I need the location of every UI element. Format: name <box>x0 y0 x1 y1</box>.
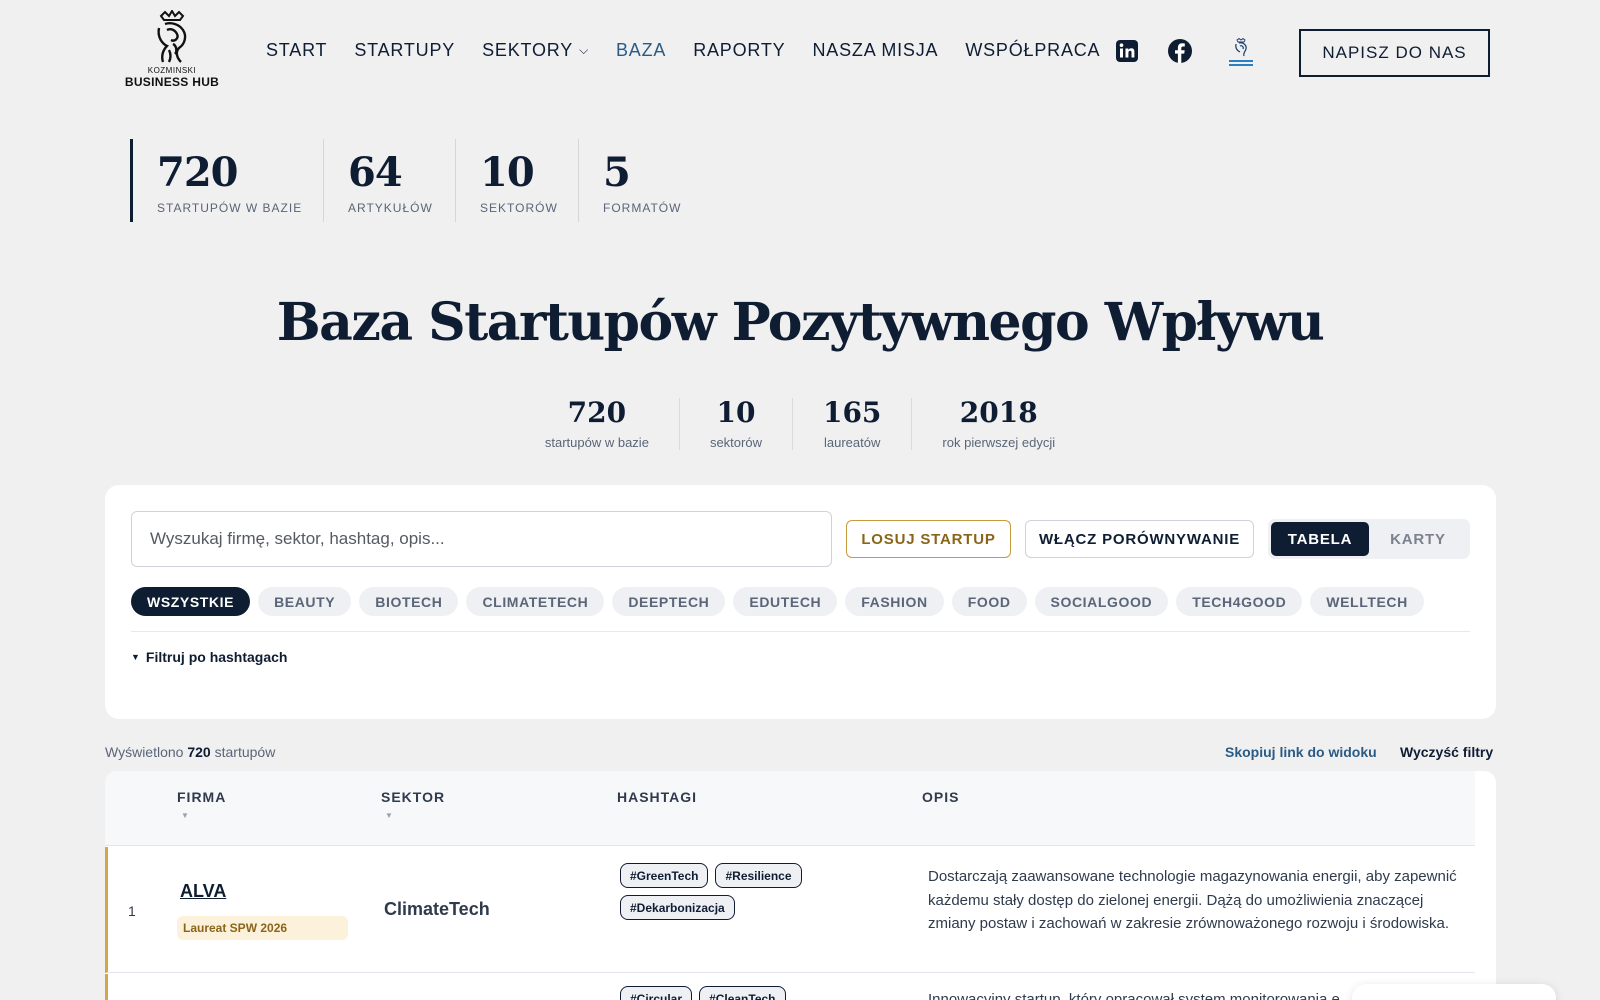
main-nav: START STARTUPY SEKTORY ⌵ BAZA RAPORTY NAS… <box>266 40 1127 61</box>
row-number: 1 <box>128 903 136 919</box>
floating-widget[interactable] <box>1352 984 1556 1000</box>
summary-stat-number: 2018 <box>959 396 1038 429</box>
chip-biotech[interactable]: BIOTECH <box>359 587 459 616</box>
column-header-label: FIRMA <box>177 789 227 805</box>
hashtag-list: #GreenTech #Resilience #Dekarbonizacja <box>620 863 820 920</box>
facebook-icon[interactable] <box>1167 38 1193 64</box>
search-input[interactable] <box>131 511 832 567</box>
column-header-hashtagi: HASHTAGI <box>617 789 698 805</box>
top-stat-number: 10 <box>480 149 535 196</box>
chip-climatetech[interactable]: CLIMATETECH <box>466 587 605 616</box>
sort-icon: ▼ <box>385 811 394 820</box>
filter-panel: LOSUJ STARTUP WŁĄCZ PORÓWNYWANIE TABELA … <box>105 485 1496 719</box>
summary-stat-label: rok pierwszej edycji <box>942 434 1056 450</box>
nav-start[interactable]: START <box>266 40 327 61</box>
compare-toggle-button[interactable]: WŁĄCZ PORÓWNYWANIE <box>1025 520 1254 558</box>
chip-fashion[interactable]: FASHION <box>845 587 944 616</box>
summary-stat-label: sektorów <box>709 434 762 450</box>
chip-deeptech[interactable]: DEEPTECH <box>612 587 726 616</box>
nav-sektory-label: SEKTORY <box>482 40 574 60</box>
chip-food[interactable]: FOOD <box>951 587 1027 616</box>
hashtag-list: #Circular #CleanTech <box>620 986 820 1000</box>
top-stat-articles: 64 ARTYKUŁÓW <box>323 139 455 222</box>
top-stat-startups: 720 STARTUPÓW W BAZIE <box>130 139 323 222</box>
hashtag-chip[interactable]: #Circular <box>620 986 693 1000</box>
chip-socialgood[interactable]: SOCIALGOOD <box>1034 587 1169 616</box>
hashtag-chip[interactable]: #GreenTech <box>620 863 709 888</box>
divider <box>131 631 1470 632</box>
chip-edutech[interactable]: EDUTECH <box>733 587 838 616</box>
summary-stat-sectors: 10 sektorów <box>678 396 792 450</box>
nav-nasza-misja[interactable]: NASZA MISJA <box>813 40 939 61</box>
nav-raporty[interactable]: RAPORTY <box>693 40 785 61</box>
caret-down-icon: ▼ <box>131 652 140 662</box>
top-stat-formats: 5 FORMATÓW <box>578 139 698 222</box>
logo[interactable]: KOZMINSKI BUSINESS HUB <box>122 10 222 94</box>
hashtag-filter-toggle[interactable]: ▼ Filtruj po hashtagach <box>131 649 288 665</box>
hashtag-chip[interactable]: #CleanTech <box>699 986 786 1000</box>
column-header-label: SEKTOR <box>381 789 446 805</box>
nav-startupy[interactable]: STARTUPY <box>354 40 455 61</box>
results-count-suffix: startupów <box>214 744 276 760</box>
contact-us-button[interactable]: NAPISZ DO NAS <box>1299 29 1490 77</box>
table-row[interactable]: 1 ALVA Laureat SPW 2026 ClimateTech #Gre… <box>105 847 1475 973</box>
top-stat-label: STARTUPÓW W BAZIE <box>157 201 303 215</box>
chevron-down-icon: ⌵ <box>579 43 589 57</box>
table-row[interactable]: #Circular #CleanTech Innowacyjny startup… <box>105 974 1475 1000</box>
summary-stat-first-edition: 2018 rok pierwszej edycji <box>911 396 1085 450</box>
top-stat-sectors: 10 SEKTORÓW <box>455 139 578 222</box>
top-stat-label: SEKTORÓW <box>480 201 558 215</box>
sort-icon: ▼ <box>181 811 190 820</box>
hashtag-chip[interactable]: #Dekarbonizacja <box>620 895 735 920</box>
logo-small-text: KOZMINSKI <box>147 66 197 75</box>
summary-stat-laureates: 165 laureatów <box>791 396 911 450</box>
summary-stat-startups: 720 startupów w bazie <box>515 396 679 450</box>
sector-cell: ClimateTech <box>384 899 490 919</box>
laureate-badge: Laureat SPW 2026 <box>177 916 348 940</box>
random-startup-button[interactable]: LOSUJ STARTUP <box>846 520 1011 558</box>
view-toggle: TABELA KARTY <box>1268 519 1470 559</box>
summary-stat-label: startupów w bazie <box>544 434 649 450</box>
results-count-number: 720 <box>187 744 211 760</box>
summary-stat-number: 720 <box>567 396 627 429</box>
chip-tech4good[interactable]: TECH4GOOD <box>1176 587 1303 616</box>
firm-link[interactable]: ALVA <box>180 881 226 902</box>
top-stat-number: 64 <box>348 149 403 196</box>
top-stat-label: FORMATÓW <box>603 201 682 215</box>
summary-stat-number: 10 <box>716 396 756 429</box>
view-cards-option[interactable]: KARTY <box>1369 522 1467 556</box>
chip-wszystkie[interactable]: WSZYSTKIE <box>131 587 251 616</box>
results-count-prefix: Wyświetlono <box>105 744 184 760</box>
nav-baza[interactable]: BAZA <box>616 40 666 61</box>
summary-stat-number: 165 <box>822 396 882 429</box>
startups-table: FIRMA ▼ SEKTOR ▼ HASHTAGI OPIS 1 ALVA La… <box>105 771 1496 1000</box>
results-count: Wyświetlono 720 startupów <box>105 744 275 760</box>
copy-view-link[interactable]: Skopiuj link do widoku <box>1225 744 1377 760</box>
top-stat-number: 5 <box>603 149 631 196</box>
chip-beauty[interactable]: BEAUTY <box>258 587 352 616</box>
column-header-sektor[interactable]: SEKTOR ▼ <box>381 789 445 820</box>
top-stat-label: ARTYKUŁÓW <box>348 201 433 215</box>
lion-crest-icon <box>157 10 187 63</box>
linkedin-icon[interactable] <box>1114 38 1140 64</box>
nav-wspolpraca[interactable]: WSPÓŁPRACA <box>965 40 1100 61</box>
hashtag-chip[interactable]: #Resilience <box>715 863 802 888</box>
page-title: Baza Startupów Pozytywnego Wpływu <box>276 292 1325 353</box>
column-header-opis: OPIS <box>922 789 960 805</box>
view-table-option[interactable]: TABELA <box>1271 522 1369 556</box>
column-header-firma[interactable]: FIRMA ▼ <box>177 789 226 820</box>
top-stat-number: 720 <box>157 149 239 196</box>
summary-stats: 720 startupów w bazie 10 sektorów 165 la… <box>0 396 1600 450</box>
hashtag-filter-label: Filtruj po hashtagach <box>145 649 288 665</box>
chip-welltech[interactable]: WELLTECH <box>1310 587 1424 616</box>
summary-stat-label: laureatów <box>824 434 881 450</box>
table-header: FIRMA ▼ SEKTOR ▼ HASHTAGI OPIS <box>105 771 1475 846</box>
description-cell: Dostarczają zaawansowane technologie mag… <box>928 868 1457 932</box>
top-stats: 720 STARTUPÓW W BAZIE 64 ARTYKUŁÓW 10 SE… <box>130 139 698 222</box>
kozminski-business-hub-icon[interactable] <box>1224 38 1258 68</box>
nav-sektory[interactable]: SEKTORY ⌵ <box>482 40 589 61</box>
clear-filters-link[interactable]: Wyczyść filtry <box>1400 744 1493 760</box>
sector-chips: WSZYSTKIE BEAUTY BIOTECH CLIMATETECH DEE… <box>131 587 1424 616</box>
logo-big-text: BUSINESS HUB <box>124 75 220 89</box>
